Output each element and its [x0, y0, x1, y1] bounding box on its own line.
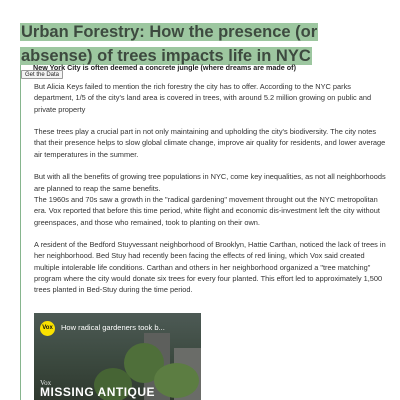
paragraph-intro: But Alicia Keys failed to mention the ri… [34, 82, 372, 114]
video-title[interactable]: How radical gardeners took b... [61, 323, 165, 332]
page: Urban Forestry: How the presence (or abs… [0, 0, 400, 400]
paragraph-benefits: These trees play a crucial part in not o… [34, 127, 386, 159]
embedded-video-player[interactable]: Vox How radical gardeners took b... Vox … [34, 313, 201, 400]
article-body: But Alicia Keys failed to mention the ri… [34, 81, 388, 307]
video-overlay-text: MISSING ANTIQUE [40, 385, 156, 399]
paragraph-inequalities: But with all the benefits of growing tre… [34, 172, 386, 193]
article-title-text: Urban Forestry: How the presence (or abs… [20, 23, 319, 65]
left-border-rule [20, 64, 21, 400]
get-the-data-button[interactable]: Get the Data [21, 70, 64, 79]
article-subtitle: New York City is often deemed a concrete… [33, 63, 296, 72]
paragraph-radical-gardening: The 1960s and 70s saw a growth in the "r… [34, 194, 380, 227]
article-title: Urban Forestry: How the presence (or abs… [20, 20, 380, 68]
video-tree-shape [154, 363, 199, 398]
paragraph-hattie-carthan: A resident of the Bedford Stuyvessant ne… [34, 240, 386, 295]
vox-logo: Vox [40, 321, 55, 336]
